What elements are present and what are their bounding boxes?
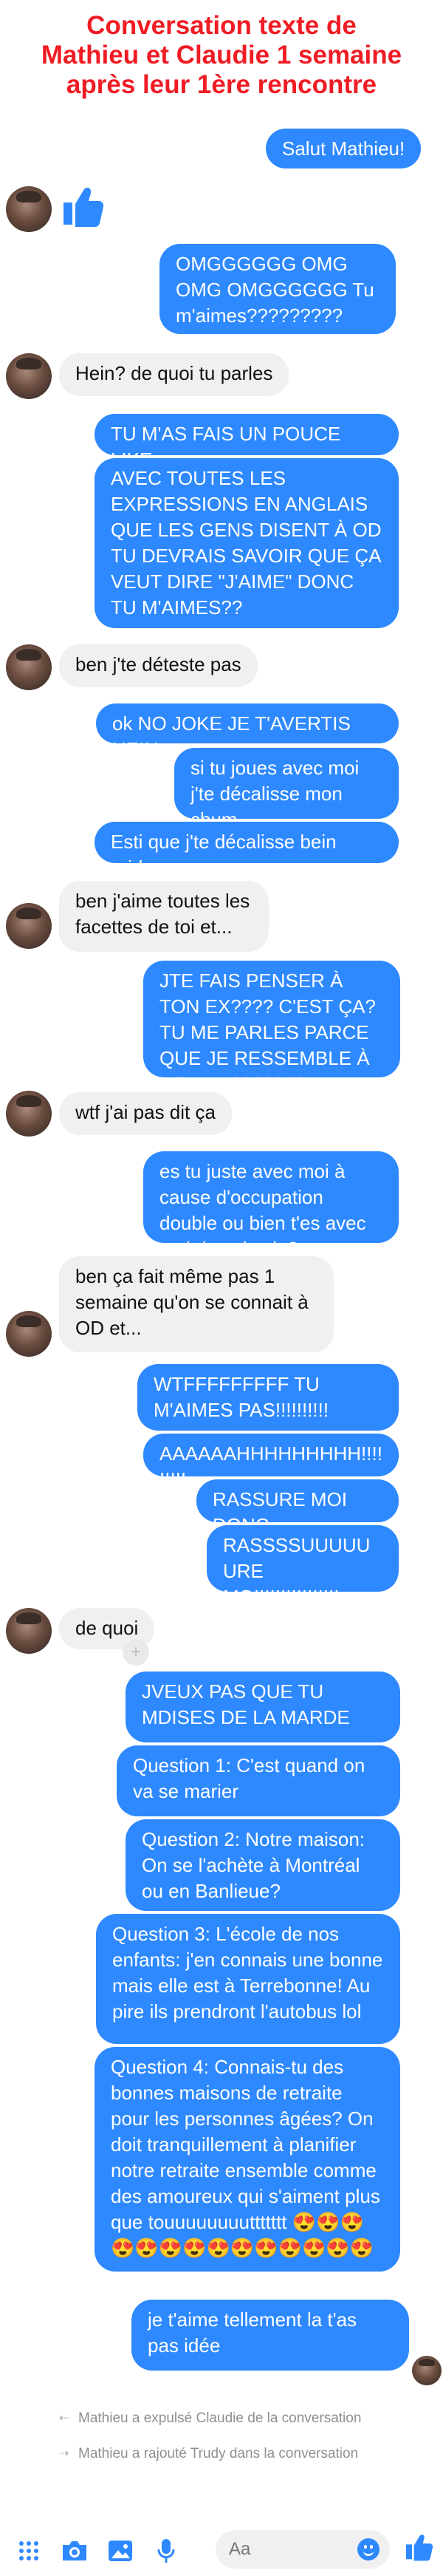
like-icon[interactable]	[403, 2532, 433, 2561]
title-line-3: après leur 1ère rencontre	[66, 70, 377, 99]
grid-icon[interactable]	[15, 2537, 43, 2565]
message-outgoing[interactable]: JTE FAIS PENSER À TON EX???? C'EST ÇA? T…	[143, 961, 400, 1095]
message-input[interactable]	[229, 2539, 357, 2560]
message-input-container[interactable]	[216, 2530, 390, 2569]
message-outgoing[interactable]: RASSURE MOI DONC	[196, 1479, 399, 1536]
image-icon[interactable]	[106, 2537, 134, 2565]
emoji-icon[interactable]	[357, 2538, 380, 2560]
message-outgoing[interactable]: je t'aime tellement la t'as pas idée	[131, 2300, 409, 2371]
avatar[interactable]	[6, 644, 52, 690]
page-title: Conversation texte de Mathieu et Claudie…	[0, 0, 443, 111]
avatar[interactable]	[6, 1608, 52, 1654]
camera-icon[interactable]	[61, 2537, 89, 2565]
message-incoming[interactable]: ben j'te déteste pas	[59, 644, 258, 687]
avatar[interactable]	[6, 903, 52, 949]
system-notice: ⇢ Mathieu a rajouté Trudy dans la conver…	[59, 2446, 358, 2462]
system-notice: ⇠ Mathieu a expulsé Claudie de la conver…	[59, 2410, 361, 2427]
message-outgoing[interactable]: OMGGGGGG OMG OMG OMGGGGGG Tu m'aimes????…	[159, 244, 396, 334]
message-outgoing[interactable]: es tu juste avec moi à cause d'occupatio…	[143, 1151, 399, 1260]
message-incoming[interactable]: ben j'aime toutes les facettes de toi et…	[59, 881, 269, 952]
leave-icon: ⇠	[59, 2412, 69, 2425]
system-notice-text: Mathieu a expulsé Claudie de la conversa…	[78, 2410, 362, 2426]
message-outgoing[interactable]: WTFFFFFFFFF TU M'AIMES PAS!!!!!!!!!!	[137, 1364, 399, 1431]
message-outgoing[interactable]: Salut Mathieu!	[266, 129, 422, 168]
message-outgoing[interactable]: JVEUX PAS QUE TU MDISES DE LA MARDE	[126, 1672, 400, 1742]
microphone-icon[interactable]	[152, 2537, 180, 2565]
message-incoming[interactable]: Hein? de quoi tu parles	[59, 353, 289, 396]
message-outgoing[interactable]: Esti que j'te décalisse bein raide	[95, 822, 399, 879]
message-incoming[interactable]: ben ça fait même pas 1 semaine qu'on se …	[59, 1256, 334, 1352]
message-outgoing[interactable]: Question 4: Connais-tu des bonnes maison…	[95, 2047, 400, 2272]
message-outgoing[interactable]: RASSSSUUUUUURE MOIIIIIII!!!!!!!!!	[207, 1525, 399, 1608]
avatar[interactable]	[6, 1311, 52, 1357]
title-line-1: Conversation texte de	[86, 11, 357, 40]
avatar[interactable]	[6, 353, 52, 399]
message-outgoing[interactable]: AAAAAAHHHHHHHHH!!!!!!!!!	[143, 1434, 399, 1490]
add-reaction-button[interactable]: +	[123, 1639, 149, 1666]
avatar[interactable]	[6, 1091, 52, 1137]
thumbs-up-icon	[63, 187, 103, 227]
message-outgoing[interactable]: TU M'AS FAIS UN POUCE LIKE	[95, 414, 399, 471]
message-outgoing[interactable]: Question 2: Notre maison: On se l'achète…	[126, 1819, 400, 1911]
message-outgoing[interactable]: AVEC TOUTES LES EXPRESSIONS EN ANGLAIS Q…	[95, 458, 399, 628]
add-person-icon: ⇢	[59, 2447, 69, 2460]
read-receipt-avatar	[412, 2356, 442, 2385]
title-line-2: Mathieu et Claudie 1 semaine	[41, 41, 402, 69]
message-outgoing[interactable]: ok NO JOKE JE T'AVERTIS HEIN	[96, 703, 399, 760]
avatar[interactable]	[6, 186, 52, 232]
message-outgoing[interactable]: si tu joues avec moi j'te décalisse mon …	[174, 748, 399, 831]
message-incoming[interactable]: wtf j'ai pas dit ça	[59, 1092, 232, 1135]
message-outgoing[interactable]: Question 1: C'est quand on va se marier	[117, 1745, 400, 1816]
system-notice-text: Mathieu a rajouté Trudy dans la conversa…	[78, 2446, 359, 2461]
message-outgoing[interactable]: Question 3: L'école de nos enfants: j'en…	[96, 1914, 400, 2044]
